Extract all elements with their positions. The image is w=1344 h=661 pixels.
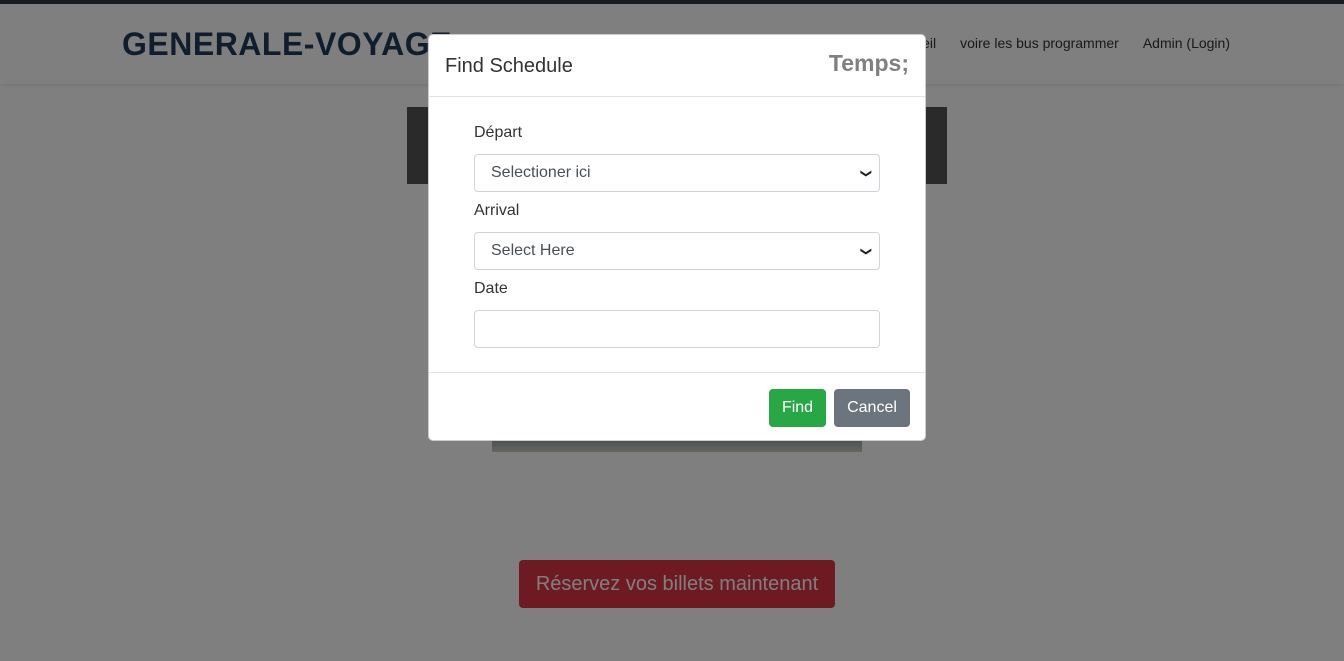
date-label: Date [474,280,508,297]
modal-header: Find Schedule Temps; [429,35,925,97]
chevron-down-icon: ❯ [859,168,872,178]
chevron-down-icon: ❯ [859,246,872,256]
find-schedule-modal: Find Schedule Temps; Départ Selectioner … [428,34,926,441]
date-input[interactable] [474,310,880,348]
arrival-label: Arrival [474,202,520,219]
modal-title: Find Schedule [445,55,573,77]
arrival-select[interactable]: Select Here ❯ [474,232,880,270]
departure-selected-value: Selectioner ici [491,164,591,181]
cancel-button[interactable]: Cancel [834,389,910,427]
arrival-selected-value: Select Here [491,242,575,259]
modal-footer: Find Cancel [429,372,925,440]
departure-select[interactable]: Selectioner ici ❯ [474,154,880,192]
clock-display: Temps; [828,50,909,76]
departure-label: Départ [474,124,523,141]
find-button[interactable]: Find [769,389,826,427]
modal-body: Départ Selectioner ici ❯ Arrival Select … [429,97,925,372]
